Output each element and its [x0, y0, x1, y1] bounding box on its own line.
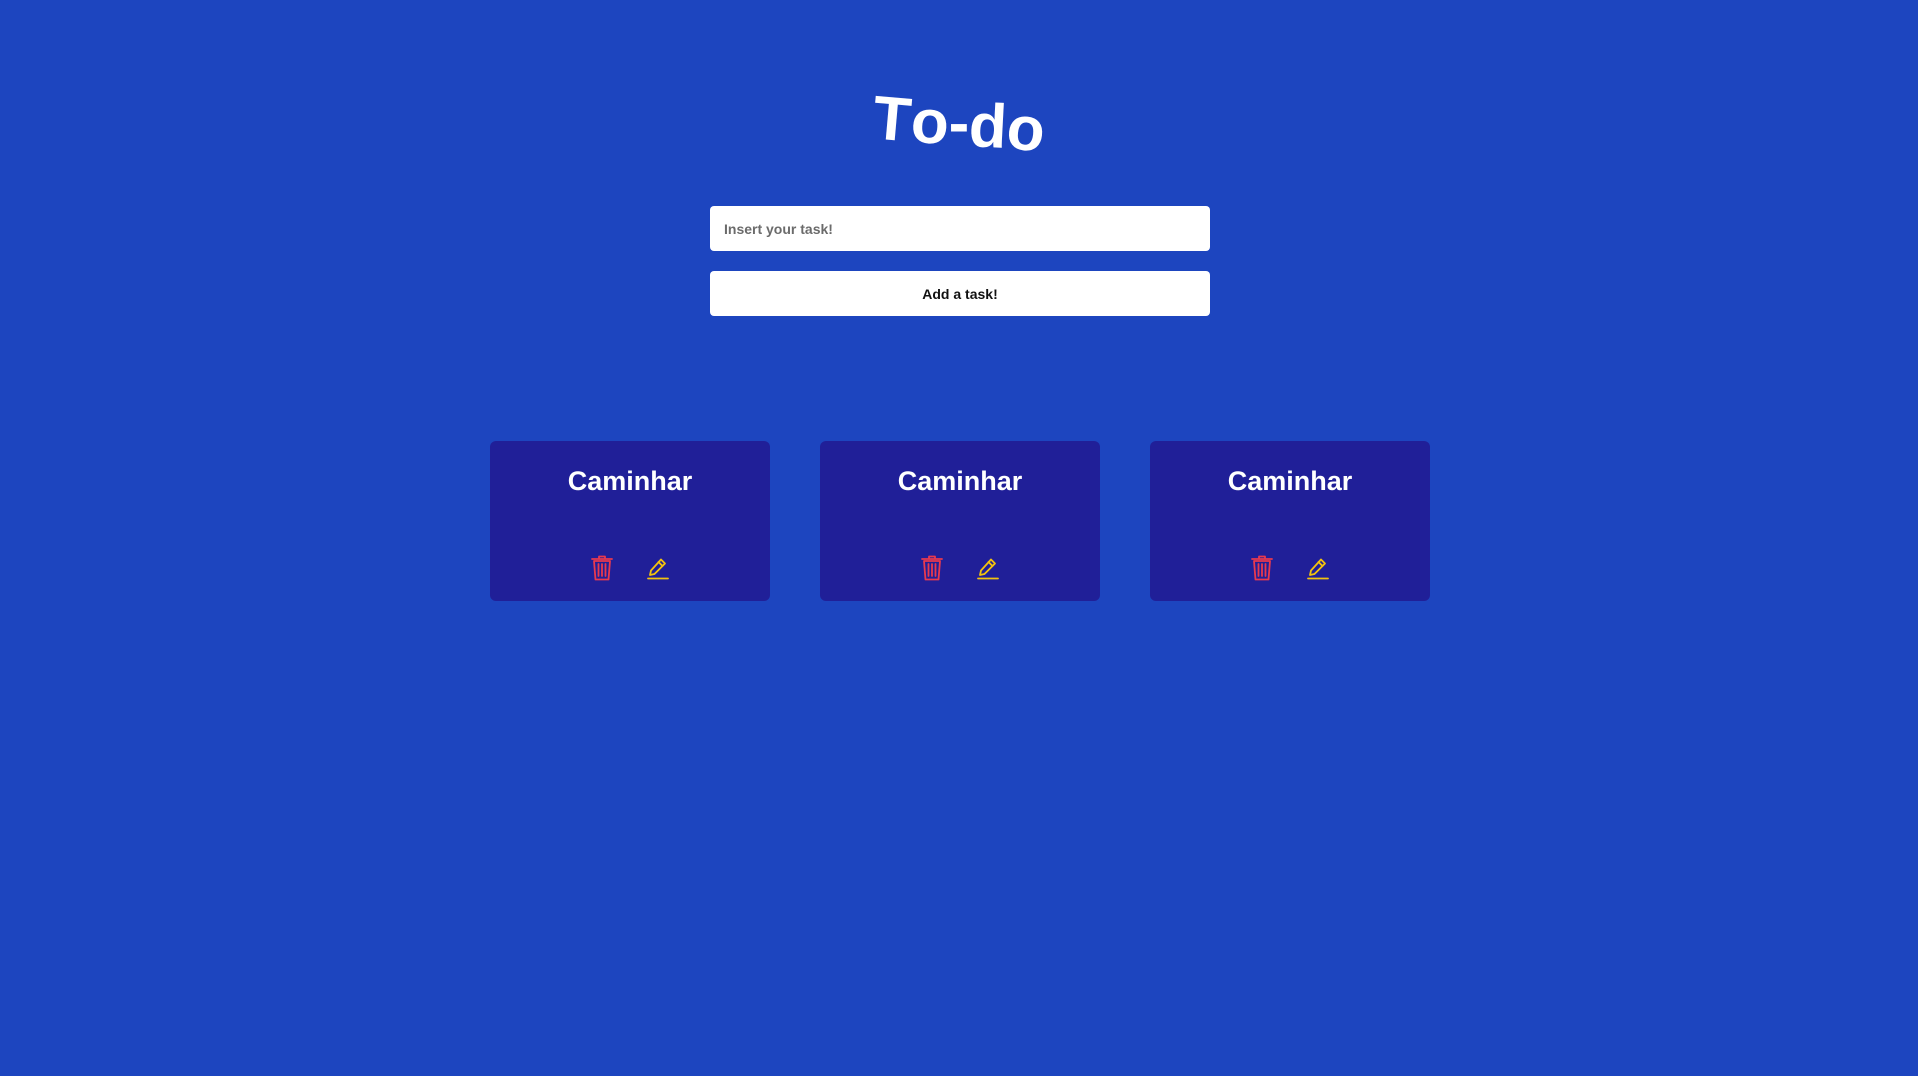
task-list: Caminhar Caminhar Caminhar [490, 441, 1430, 601]
add-task-button[interactable]: Add a task! [710, 271, 1210, 316]
title-letter: o [1003, 93, 1049, 166]
task-actions [1150, 555, 1430, 581]
title-letter: T [870, 83, 914, 156]
trash-icon[interactable] [920, 555, 944, 581]
pencil-icon[interactable] [646, 555, 670, 581]
task-input[interactable] [710, 206, 1210, 251]
task-card: Caminhar [820, 441, 1100, 601]
page-title: To-do [0, 83, 1918, 165]
title-letter: d [967, 91, 1010, 162]
title-letter: o [909, 87, 951, 158]
pencil-icon[interactable] [976, 555, 1000, 581]
trash-icon[interactable] [1250, 555, 1274, 581]
title-letter: - [948, 89, 970, 158]
pencil-icon[interactable] [1306, 555, 1330, 581]
task-actions [820, 555, 1100, 581]
task-card: Caminhar [490, 441, 770, 601]
trash-icon[interactable] [590, 555, 614, 581]
task-form: Add a task! [710, 206, 1210, 316]
task-actions [490, 555, 770, 581]
task-title: Caminhar [897, 466, 1023, 496]
task-title: Caminhar [567, 466, 693, 496]
task-card: Caminhar [1150, 441, 1430, 601]
task-title: Caminhar [1227, 466, 1353, 496]
